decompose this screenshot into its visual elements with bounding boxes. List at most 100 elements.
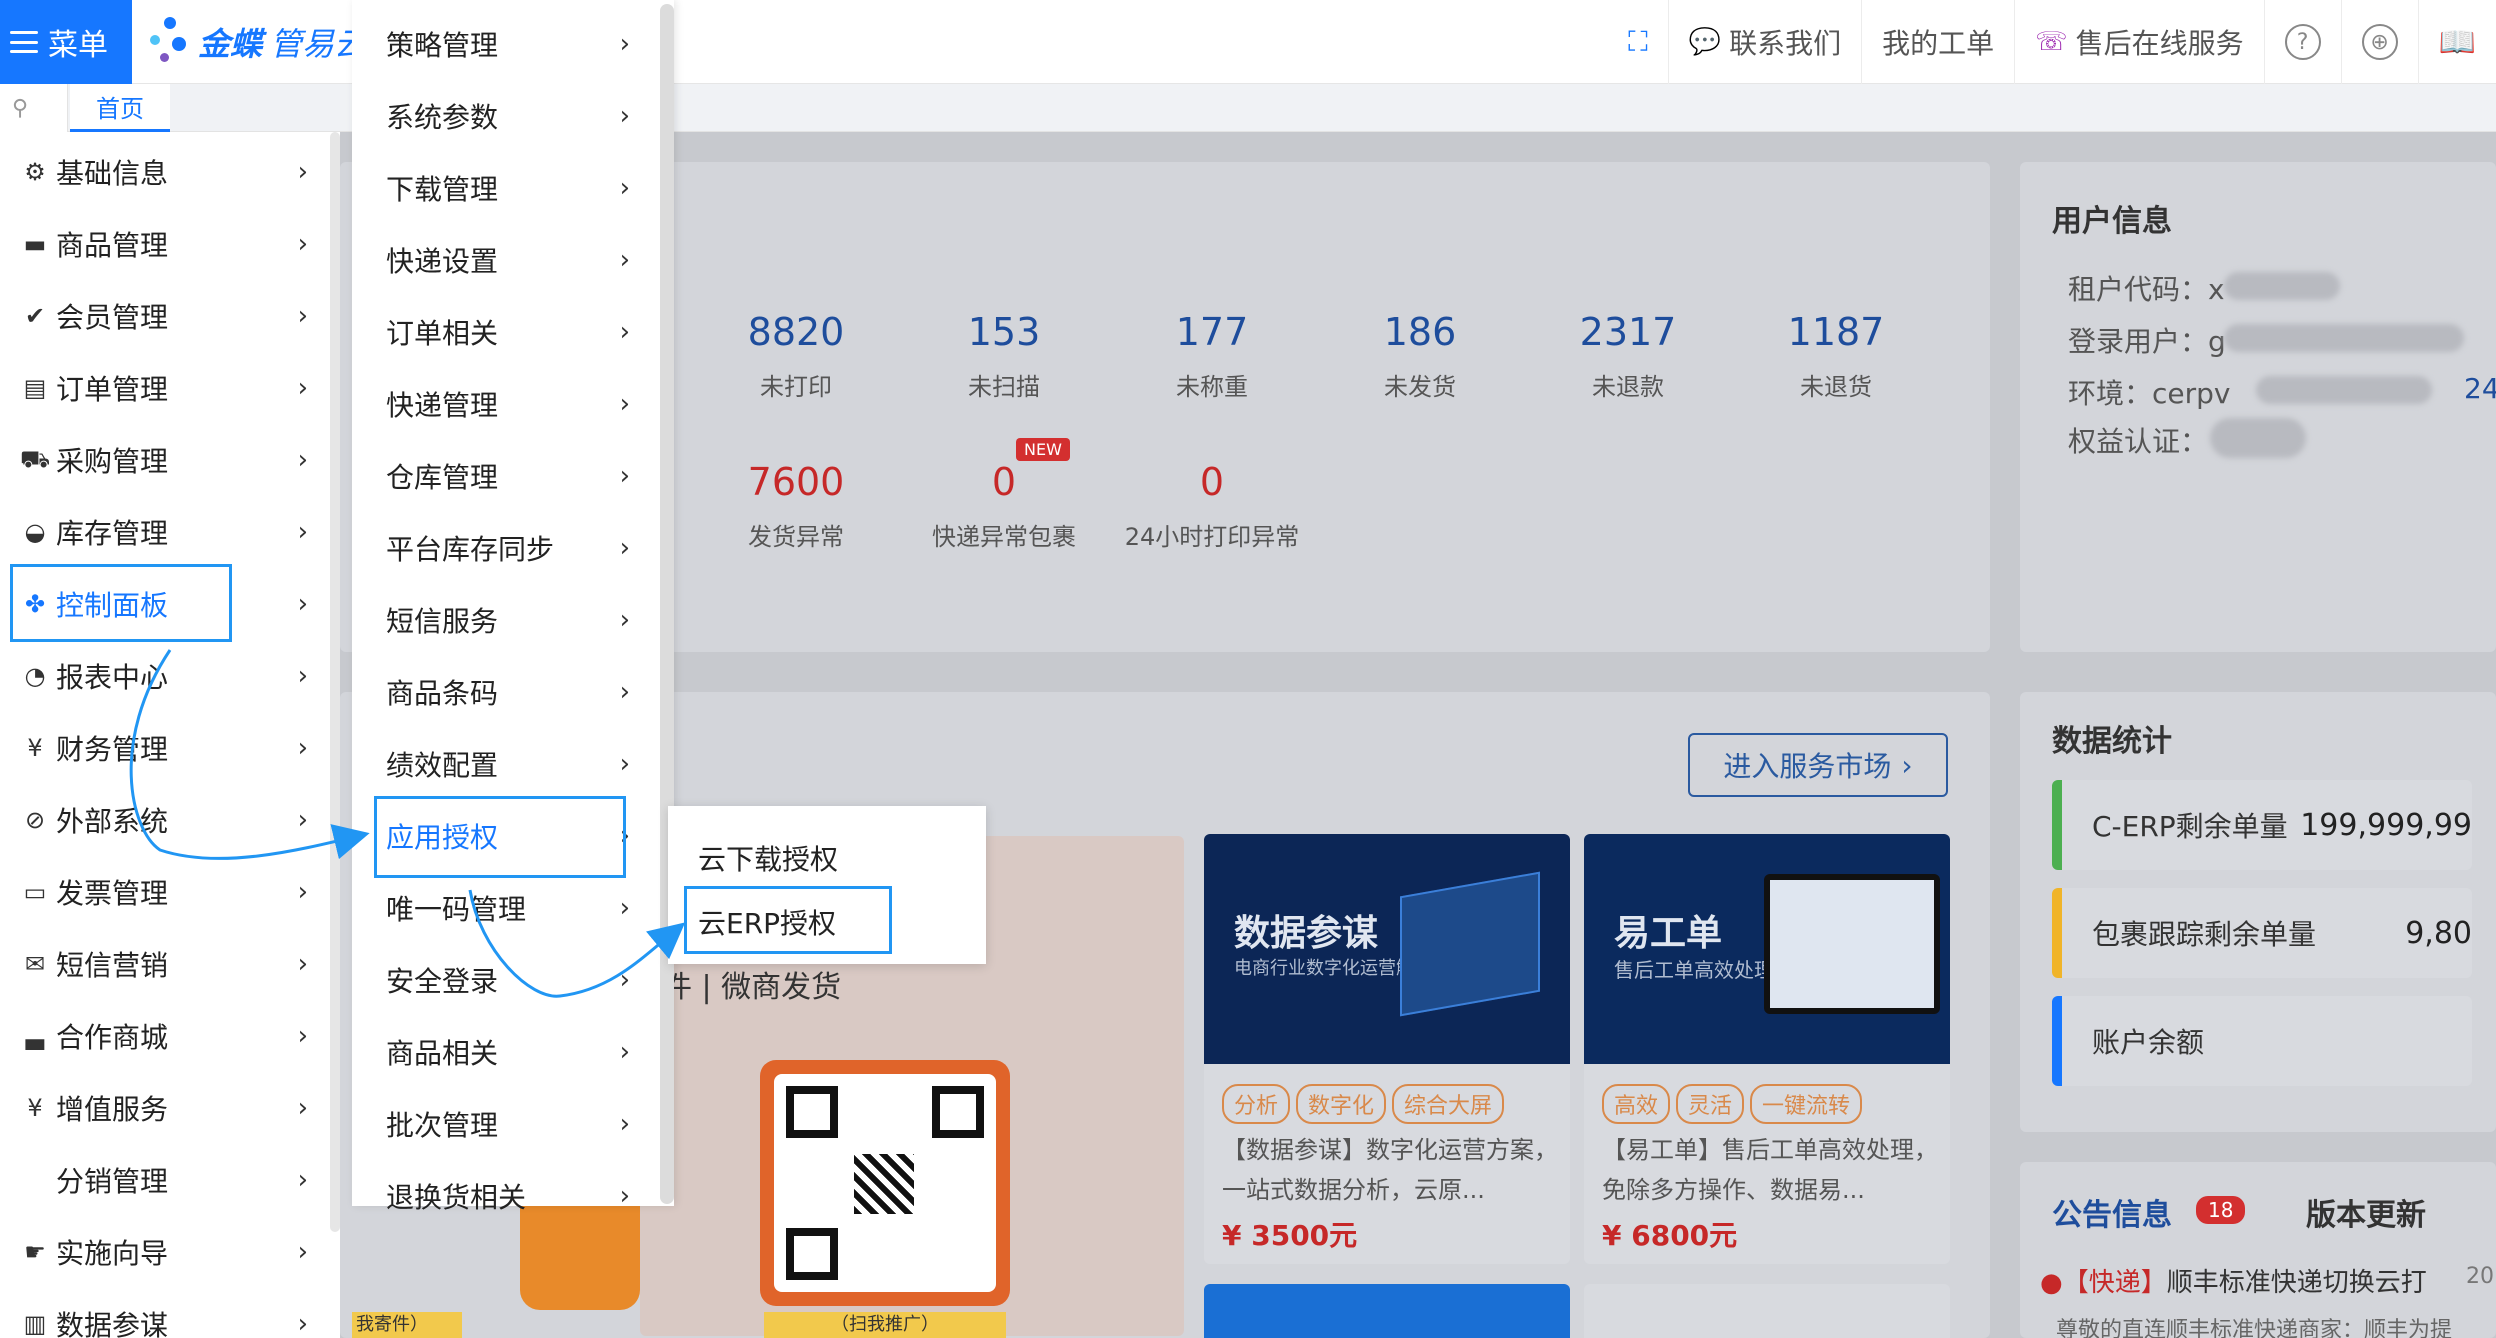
submenu-item-17[interactable]: 退换货相关 › xyxy=(352,1160,662,1232)
language-button[interactable]: ⊕ xyxy=(2340,0,2418,84)
chevron-right-icon: › xyxy=(619,1181,630,1211)
sidebar-item-11[interactable]: ▭ 发票管理 › xyxy=(0,856,330,928)
submenu-item-5[interactable]: 订单相关 › xyxy=(352,296,662,368)
sidebar-item-15[interactable]: 分销管理 › xyxy=(0,1144,330,1216)
sidebar-item-6[interactable]: ◒ 库存管理 › xyxy=(0,496,330,568)
submenu-item-9[interactable]: 短信服务 › xyxy=(352,584,662,656)
submenu-item-1[interactable]: 策略管理 › xyxy=(352,8,662,80)
chevron-right-icon: › xyxy=(297,1021,308,1051)
chevron-right-icon: › xyxy=(297,733,308,763)
sidebar-item-13[interactable]: ▃ 合作商城 › xyxy=(0,1000,330,1072)
submenu-item-label: 唯一码管理 xyxy=(386,893,527,926)
sidebar-item-3[interactable]: ✔ 会员管理 › xyxy=(0,280,330,352)
redacted-login xyxy=(2224,324,2464,352)
exception-express-value[interactable]: 0 xyxy=(904,460,1104,504)
submenu-item-14[interactable]: 安全登录 › xyxy=(352,944,662,1016)
exception-shipping-value[interactable]: 7600 xyxy=(696,460,896,504)
after-sales-link[interactable]: ☏ 售后在线服务 xyxy=(2014,0,2264,84)
brand-logo[interactable]: 金蝶 管易云 xyxy=(150,12,366,72)
notice-title[interactable]: 公告信息 xyxy=(2052,1190,2172,1234)
stat-unprinted-value[interactable]: 8820 xyxy=(696,310,896,354)
notice-headline[interactable]: ●【快递】顺丰标准快递切换云打 xyxy=(2040,1262,2427,1299)
stat-unscanned-value[interactable]: 153 xyxy=(904,310,1104,354)
my-tickets-link[interactable]: 我的工单 xyxy=(1861,0,2014,84)
sidebar-item-9[interactable]: ¥ 财务管理 › xyxy=(0,712,330,784)
qr-code xyxy=(774,1074,996,1292)
sidebar-item-label: 短信营销 xyxy=(56,949,169,982)
tag: 综合大屏 xyxy=(1392,1084,1505,1124)
submenu-item-8[interactable]: 平台库存同步 › xyxy=(352,512,662,584)
main-menu-scrollbar[interactable] xyxy=(330,132,340,1232)
rights-line: 权益认证： xyxy=(2068,425,2209,458)
chevron-right-icon: › xyxy=(1901,748,1913,782)
book-icon: 📖 xyxy=(2438,24,2476,60)
sidebar-item-12[interactable]: ✉ 短信营销 › xyxy=(0,928,330,1000)
sidebar-item-16[interactable]: ☛ 实施向导 › xyxy=(0,1216,330,1288)
laptop-illustration xyxy=(1400,871,1540,1017)
service-market-label: 进入服务市场 xyxy=(1723,750,1892,783)
chevron-right-icon: › xyxy=(619,245,630,275)
submenu-item-15[interactable]: 商品相关 › xyxy=(352,1016,662,1088)
help-button[interactable]: ? xyxy=(2263,0,2341,84)
sidebar-item-label: 财务管理 xyxy=(56,733,169,766)
stat-unweighed-label: 未称重 xyxy=(1176,373,1248,401)
product-card-data-advisor[interactable]: 数据参谋 电商行业数字化运营解决方案 分析 数字化 综合大屏 【数据参谋】数字化运营… xyxy=(1204,834,1570,1264)
submenu3-item-cloud-download-auth[interactable]: 云下载授权 xyxy=(668,826,986,890)
stat-balance: 账户余额 xyxy=(2052,996,2472,1086)
product-price: ¥ 3500元 xyxy=(1222,1219,1358,1252)
menu-button[interactable]: 菜单 xyxy=(0,0,132,84)
stat-unrefunded-value[interactable]: 2317 xyxy=(1528,310,1728,354)
sidebar-item-4[interactable]: ▤ 订单管理 › xyxy=(0,352,330,424)
stat-unreturned-value[interactable]: 1187 xyxy=(1736,310,1936,354)
submenu-item-10[interactable]: 商品条码 › xyxy=(352,656,662,728)
contact-us-link[interactable]: 💬 联系我们 xyxy=(1667,0,1861,84)
qr-caption-left: 我寄件） xyxy=(352,1312,462,1338)
submenu-item-label: 系统参数 xyxy=(386,101,499,134)
chevron-right-icon: › xyxy=(297,301,308,331)
chevron-right-icon: › xyxy=(297,157,308,187)
stat-unweighed-value[interactable]: 177 xyxy=(1112,310,1312,354)
sidebar-item-2[interactable]: ▬ 商品管理 › xyxy=(0,208,330,280)
exception-express-label: 快递异常包裹 xyxy=(932,523,1076,551)
submenu-item-label: 策略管理 xyxy=(386,29,499,62)
stat-label: C-ERP剩余单量 xyxy=(2092,810,2288,843)
sidebar-item-14[interactable]: ¥ 增值服务 › xyxy=(0,1072,330,1144)
exception-print-value[interactable]: 0 xyxy=(1112,460,1312,504)
fullscreen-button[interactable]: ⛶ xyxy=(1608,0,1668,84)
menu-search[interactable]: ⚲ xyxy=(0,84,68,132)
tag: 分析 xyxy=(1222,1084,1291,1124)
sidebar-item-5[interactable]: ⛟ 采购管理 › xyxy=(0,424,330,496)
sidebar-item-8[interactable]: ◔ 报表中心 › xyxy=(0,640,330,712)
submenu-item-4[interactable]: 快递设置 › xyxy=(352,224,662,296)
submenu-item-6[interactable]: 快递管理 › xyxy=(352,368,662,440)
submenu-item-7[interactable]: 仓库管理 › xyxy=(352,440,662,512)
stat-unshipped-value[interactable]: 186 xyxy=(1320,310,1520,354)
product-card-ticket[interactable]: 易工单 售后工单高效处理 高效 灵活 一键流转 【易工单】售后工单高效处理，免除多方… xyxy=(1584,834,1950,1264)
product-card-partial[interactable] xyxy=(1204,1284,1570,1338)
sidebar-item-1[interactable]: ⚙ 基础信息 › xyxy=(0,136,330,208)
menu-label: 菜单 xyxy=(48,28,108,63)
manual-button[interactable]: 📖 xyxy=(2417,0,2496,84)
submenu-item-16[interactable]: 批次管理 › xyxy=(352,1088,662,1160)
sidebar-item-17[interactable]: ▥ 数据参谋 › xyxy=(0,1288,330,1338)
yen-icon: ¥ xyxy=(27,1094,43,1122)
service-market-button[interactable]: 进入服务市场 › xyxy=(1688,733,1948,797)
submenu-item-3[interactable]: 下载管理 › xyxy=(352,152,662,224)
user-info-title: 用户信息 xyxy=(2052,204,2172,239)
submenu-item-11[interactable]: 绩效配置 › xyxy=(352,728,662,800)
sidebar-item-10[interactable]: ⊘ 外部系统 › xyxy=(0,784,330,856)
submenu-item-2[interactable]: 系统参数 › xyxy=(352,80,662,152)
sidebar-item-label: 库存管理 xyxy=(56,517,169,550)
stat-bar xyxy=(2052,780,2062,870)
tab-home[interactable]: 首页 xyxy=(70,84,170,132)
submenu-scrollbar[interactable] xyxy=(660,4,674,1204)
sidebar-item-label: 数据参谋 xyxy=(56,1309,169,1338)
redacted-env xyxy=(2256,376,2432,404)
chevron-right-icon: › xyxy=(619,965,630,995)
logo-icon xyxy=(150,17,190,67)
product-card-partial[interactable] xyxy=(1584,1284,1950,1338)
version-update-tab[interactable]: 版本更新 xyxy=(2306,1190,2426,1234)
submenu-item-13[interactable]: 唯一码管理 › xyxy=(352,872,662,944)
product-tags: 高效 灵活 一键流转 xyxy=(1602,1084,1868,1124)
env-suffix: 24 xyxy=(2464,372,2496,405)
